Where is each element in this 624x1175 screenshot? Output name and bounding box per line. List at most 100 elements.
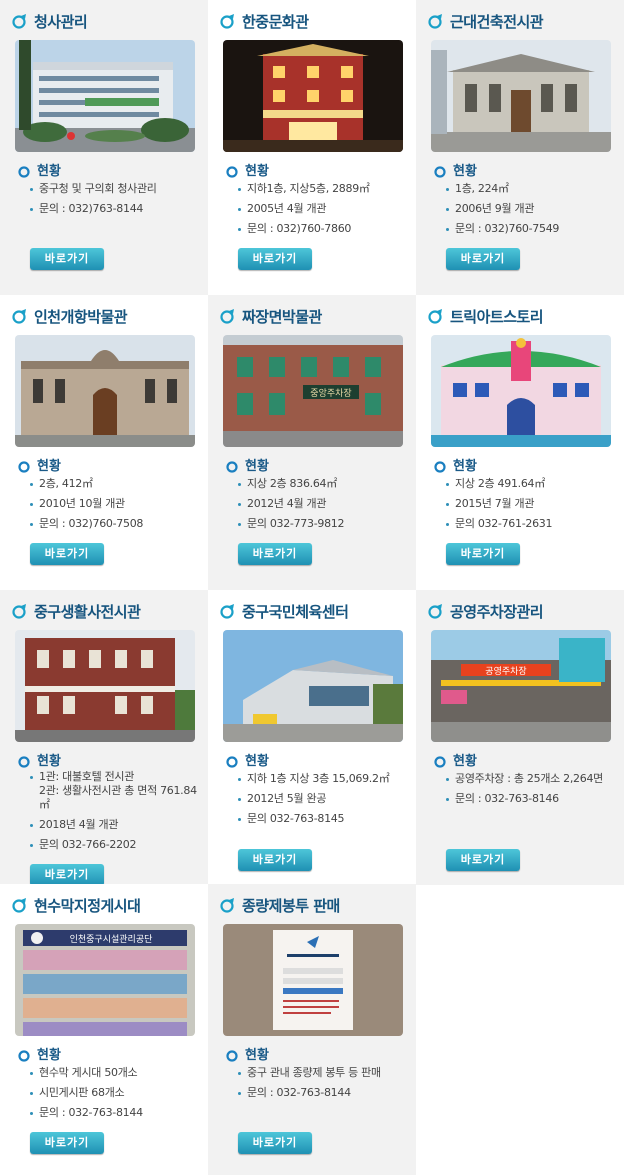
info-line: 지하1층, 지상5층, 2889㎡ xyxy=(238,182,414,196)
card-title: 중구국민체육센터 xyxy=(220,600,349,622)
status-header: 현황 xyxy=(434,750,477,769)
facility-card-life-history-hall: 중구생활사전시관 현황 1관: 대불호텔 전시관 2관: 생활사전시관 총 면적… xyxy=(0,590,208,886)
status-header: 현황 xyxy=(226,455,269,474)
info-line: 문의 032-763-8145 xyxy=(238,812,414,826)
go-button[interactable]: 바로가기 xyxy=(30,1132,104,1154)
card-title: 한중문화관 xyxy=(220,10,309,32)
facility-card-banner-boards: 현수막지정게시대 인천중구시설관리공단 현황 현수막 게시대 50개소 시민게시… xyxy=(0,884,208,1175)
info-line: 지하 1층 지상 3층 15,069.2㎡ xyxy=(238,772,414,786)
facility-card-trash-bag-sales: 종량제봉투 판매 현황 중구 관내 종량제 봉투 등 판매 문의 : 032-7… xyxy=(208,884,416,1175)
info-line: 2006년 9월 개관 xyxy=(446,202,622,216)
facility-photo xyxy=(223,630,403,742)
info-line: 문의 032-761-2631 xyxy=(446,517,622,531)
info-line: 2012년 4월 개관 xyxy=(238,497,414,511)
go-button[interactable]: 바로가기 xyxy=(238,1132,312,1154)
go-button[interactable]: 바로가기 xyxy=(30,543,104,565)
card-title: 근대건축전시관 xyxy=(428,10,544,32)
info-line: 문의 : 032)760-7508 xyxy=(30,517,206,531)
info-line: 문의 : 032-763-8144 xyxy=(30,1106,206,1120)
title-marker-icon xyxy=(428,13,444,29)
card-title: 현수막지정게시대 xyxy=(12,894,141,916)
card-title: 종량제봉투 판매 xyxy=(220,894,340,916)
facility-photo xyxy=(223,40,403,152)
photo-sign: 공영주차장 xyxy=(485,665,526,677)
status-header: 현황 xyxy=(226,160,269,179)
title-marker-icon xyxy=(220,13,236,29)
facility-photo xyxy=(15,630,195,742)
info-line: 2015년 7월 개관 xyxy=(446,497,622,511)
status-bullet-icon xyxy=(434,458,446,473)
info-line: 문의 : 032)763-8144 xyxy=(30,202,206,216)
photo-banner: 인천중구시설관리공단 xyxy=(70,934,153,945)
info-line: 현수막 게시대 50개소 xyxy=(30,1066,206,1080)
info-line: 시민게시판 68개소 xyxy=(30,1086,206,1100)
info-list: 지하1층, 지상5층, 2889㎡ 2005년 4월 개관 문의 : 032)7… xyxy=(238,182,414,242)
card-title: 인천개항박물관 xyxy=(12,305,128,327)
info-list: 지상 2층 836.64㎡ 2012년 4월 개관 문의 032-773-981… xyxy=(238,477,414,537)
status-header: 현황 xyxy=(18,1044,61,1063)
go-button[interactable]: 바로가기 xyxy=(446,849,520,871)
title-marker-icon xyxy=(428,603,444,619)
facility-card-jajangmyeon-museum: 짜장면박물관 중앙주차장 현황 지상 2층 836.64㎡ 2012년 4월 개… xyxy=(208,295,416,590)
status-bullet-icon xyxy=(18,1047,30,1062)
status-bullet-icon xyxy=(18,163,30,178)
facility-card-trick-art-story: 트릭아트스토리 현황 지상 2층 491.64㎡ 2015년 7월 개관 문의 … xyxy=(416,295,624,590)
title-marker-icon xyxy=(220,897,236,913)
go-button[interactable]: 바로가기 xyxy=(30,248,104,270)
info-list: 지상 2층 491.64㎡ 2015년 7월 개관 문의 032-761-263… xyxy=(446,477,622,537)
info-list: 1관: 대불호텔 전시관 2관: 생활사전시관 총 면적 761.84 ㎡ 20… xyxy=(30,770,206,858)
status-bullet-icon xyxy=(434,163,446,178)
status-bullet-icon xyxy=(226,163,238,178)
title-marker-icon xyxy=(12,603,28,619)
info-list: 지하 1층 지상 3층 15,069.2㎡ 2012년 5월 완공 문의 032… xyxy=(238,772,414,832)
info-line: 문의 032-766-2202 xyxy=(30,838,206,852)
status-bullet-icon xyxy=(18,458,30,473)
facility-photo: 인천중구시설관리공단 xyxy=(15,924,195,1036)
photo-sign: 중앙주차장 xyxy=(310,387,351,399)
go-button[interactable]: 바로가기 xyxy=(238,248,312,270)
info-list: 중구청 및 구의회 청사관리 문의 : 032)763-8144 xyxy=(30,182,206,222)
info-line: 문의 : 032-763-8144 xyxy=(238,1086,414,1100)
title-marker-icon xyxy=(428,308,444,324)
card-title: 공영주차장관리 xyxy=(428,600,544,622)
info-list: 중구 관내 종량제 봉투 등 판매 문의 : 032-763-8144 xyxy=(238,1066,414,1106)
title-marker-icon xyxy=(220,308,236,324)
go-button[interactable]: 바로가기 xyxy=(238,543,312,565)
card-title: 짜장면박물관 xyxy=(220,305,322,327)
info-line: 문의 032-773-9812 xyxy=(238,517,414,531)
info-line: 2005년 4월 개관 xyxy=(238,202,414,216)
status-header: 현황 xyxy=(434,455,477,474)
facility-photo xyxy=(223,924,403,1036)
card-title: 트릭아트스토리 xyxy=(428,305,544,327)
card-title: 중구생활사전시관 xyxy=(12,600,141,622)
facility-photo xyxy=(431,40,611,152)
go-button[interactable]: 바로가기 xyxy=(446,543,520,565)
facility-photo: 중앙주차장 xyxy=(223,335,403,447)
info-line: 문의 : 032)760-7549 xyxy=(446,222,622,236)
info-line: 중구 관내 종량제 봉투 등 판매 xyxy=(238,1066,414,1080)
facility-grid: 청사관리 현황 중구청 및 구의회 청사관리 문의 : 032)763-8144… xyxy=(0,0,624,1175)
info-line: 1층, 224㎡ xyxy=(446,182,622,196)
info-line: 2010년 10월 개관 xyxy=(30,497,206,511)
go-button[interactable]: 바로가기 xyxy=(30,864,104,886)
info-list: 현수막 게시대 50개소 시민게시판 68개소 문의 : 032-763-814… xyxy=(30,1066,206,1126)
status-header: 현황 xyxy=(434,160,477,179)
info-line: 문의 : 032-763-8146 xyxy=(446,792,622,806)
info-line: 2012년 5월 완공 xyxy=(238,792,414,806)
facility-photo xyxy=(15,335,195,447)
info-line: 중구청 및 구의회 청사관리 xyxy=(30,182,206,196)
facility-card-korea-china-culture-hall: 한중문화관 현황 지하1층, 지상5층, 2889㎡ 2005년 4월 개관 문… xyxy=(208,0,416,295)
go-button[interactable]: 바로가기 xyxy=(446,248,520,270)
title-marker-icon xyxy=(12,13,28,29)
status-bullet-icon xyxy=(434,753,446,768)
go-button[interactable]: 바로가기 xyxy=(238,849,312,871)
status-header: 현황 xyxy=(226,750,269,769)
info-line: 1관: 대불호텔 전시관 2관: 생활사전시관 총 면적 761.84 ㎡ xyxy=(30,770,206,812)
info-line: 2층, 412㎡ xyxy=(30,477,206,491)
facility-photo: 공영주차장 xyxy=(431,630,611,742)
facility-card-government-building: 청사관리 현황 중구청 및 구의회 청사관리 문의 : 032)763-8144… xyxy=(0,0,208,295)
status-bullet-icon xyxy=(226,753,238,768)
info-line: 지상 2층 491.64㎡ xyxy=(446,477,622,491)
status-bullet-icon xyxy=(18,753,30,768)
title-marker-icon xyxy=(220,603,236,619)
